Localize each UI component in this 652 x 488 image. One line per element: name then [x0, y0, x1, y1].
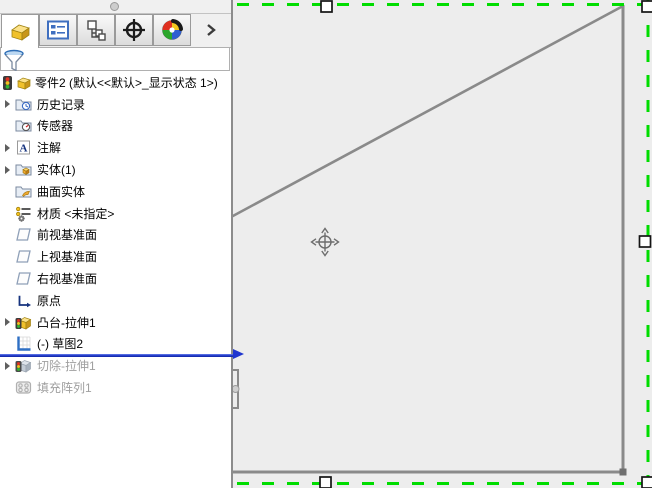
sketch-icon: [17, 336, 31, 352]
tree-item-material[interactable]: 材质 <未指定>: [0, 202, 229, 224]
material-icon: [16, 206, 31, 222]
selection-handle-top-center[interactable]: [320, 0, 333, 13]
tab-configurationmanager[interactable]: [77, 14, 115, 46]
tree-root-item[interactable]: 零件2 (默认<<默认>_显示状态 1>): [0, 72, 229, 94]
chevron-right-icon: [207, 24, 216, 36]
part-icon: [17, 77, 31, 90]
rollback-bar[interactable]: [0, 353, 233, 357]
expand-arrow-icon[interactable]: [0, 165, 15, 174]
selection-handle-bottom-center[interactable]: [319, 476, 332, 488]
sketch-notch-point[interactable]: [233, 385, 240, 393]
solidworks-window: 零件2 (默认<<默认>_显示状态 1>) 历史记录 传感器 A 注解 实体(1…: [0, 0, 652, 488]
tree-item-boss-extrude1[interactable]: 凸台-拉伸1: [0, 311, 229, 333]
tab-propertymanager[interactable]: [39, 14, 77, 46]
tab-dimxpertmanager[interactable]: [115, 14, 153, 46]
sensors-folder-icon: [15, 120, 32, 132]
panel-top-splitter[interactable]: [0, 0, 231, 14]
fill-pattern-icon: [15, 381, 32, 394]
plane-icon: [16, 250, 31, 263]
sketch-origin-move-marker[interactable]: [310, 227, 340, 257]
tree-item-origin[interactable]: 原点: [0, 289, 229, 311]
expand-arrow-icon[interactable]: [0, 100, 15, 109]
selection-handle-top-right[interactable]: [641, 0, 652, 13]
splitter-handle[interactable]: [110, 2, 119, 11]
tree-item-sensors[interactable]: 传感器: [0, 115, 229, 137]
traffic-light-icon: [3, 75, 12, 90]
rollback-bar-arrow-icon[interactable]: [233, 349, 244, 359]
expand-arrow-icon[interactable]: [0, 318, 15, 327]
feature-tree: 零件2 (默认<<默认>_显示状态 1>) 历史记录 传感器 A 注解 实体(1…: [0, 72, 229, 399]
tree-item-sketch2[interactable]: (-) 草图2: [0, 333, 229, 355]
selection-handle-right-middle[interactable]: [638, 235, 652, 248]
tree-item-top-plane[interactable]: 上视基准面: [0, 246, 229, 268]
root-label: 零件2 (默认<<默认>_显示状态 1>): [35, 75, 218, 90]
graphics-viewport[interactable]: [233, 0, 652, 488]
tree-item-history[interactable]: 历史记录: [0, 93, 229, 115]
tab-featuremanager[interactable]: [1, 14, 39, 48]
tree-item-surface-bodies[interactable]: 曲面实体: [0, 180, 229, 202]
surface-bodies-folder-icon: [15, 186, 32, 198]
selection-border: [237, 0, 652, 488]
configuration-manager-icon: [87, 20, 106, 41]
history-folder-icon: [15, 99, 32, 111]
property-manager-icon: [47, 20, 69, 40]
svg-text:A: A: [20, 143, 28, 155]
tab-overflow-button[interactable]: [203, 22, 219, 38]
tree-filter-bar[interactable]: [0, 47, 230, 71]
boss-extrude-icon: [15, 316, 32, 330]
origin-icon: [17, 292, 31, 308]
tree-item-front-plane[interactable]: 前视基准面: [0, 224, 229, 246]
sketch-vertex-point[interactable]: [619, 468, 627, 476]
display-manager-icon: [162, 19, 183, 40]
expand-arrow-icon[interactable]: [0, 143, 15, 152]
annotations-icon: A: [17, 140, 30, 155]
plane-icon: [16, 272, 31, 285]
cut-extrude-icon: [15, 360, 32, 373]
tree-item-fill-pattern1[interactable]: 填充阵列1: [0, 377, 229, 399]
dimxpert-icon: [123, 19, 145, 41]
sketch-diagonal-line[interactable]: [233, 4, 624, 218]
tab-displaymanager[interactable]: [153, 14, 191, 46]
tree-item-right-plane[interactable]: 右视基准面: [0, 268, 229, 290]
feature-manager-panel: 零件2 (默认<<默认>_显示状态 1>) 历史记录 传感器 A 注解 实体(1…: [0, 0, 233, 488]
tree-item-cut-extrude1[interactable]: 切除-拉伸1: [0, 355, 229, 377]
filter-funnel-icon: [4, 49, 24, 71]
tree-item-annotations[interactable]: A 注解: [0, 137, 229, 159]
plane-icon: [16, 228, 31, 242]
expand-arrow-icon[interactable]: [0, 361, 15, 370]
solid-bodies-folder-icon: [15, 164, 32, 176]
selection-handle-bottom-right[interactable]: [641, 476, 652, 488]
manager-tab-bar: [0, 14, 231, 48]
part-icon: [11, 24, 30, 41]
tree-item-solid-bodies[interactable]: 实体(1): [0, 159, 229, 181]
